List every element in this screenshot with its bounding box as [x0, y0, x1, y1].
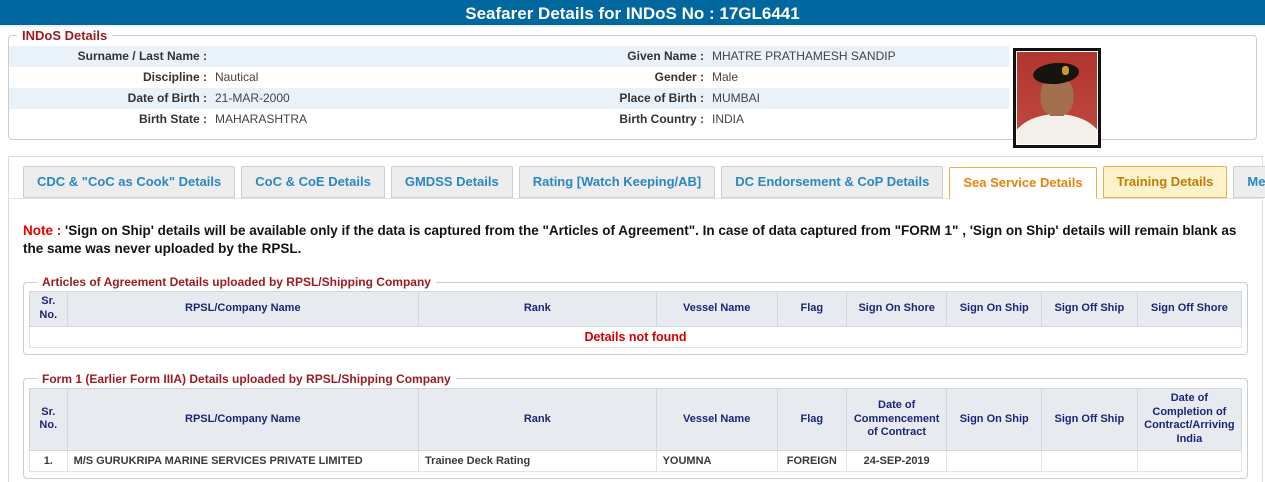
field-value: 21-MAR-2000 — [215, 91, 290, 105]
indos-details-panel: INDoS Details Surname / Last Name : Given… — [8, 28, 1257, 148]
column-header-sign-off-shore: Sign Off Shore — [1136, 291, 1243, 327]
column-header-sign-on-ship: Sign On Ship — [946, 291, 1042, 327]
page-title: Seafarer Details for INDoS No : 17GL6441 — [0, 0, 1265, 27]
column-header-vessel-name: Vessel Name — [655, 387, 778, 451]
table-cell: Trainee Deck Rating — [418, 449, 657, 472]
table-cell: YOUMNA — [655, 449, 778, 472]
field-value: INDIA — [712, 112, 745, 126]
field-value: MUMBAI — [712, 91, 760, 105]
tab-gmdss-details[interactable]: GMDSS Details — [390, 166, 513, 198]
table-cell — [1040, 449, 1138, 472]
column-header-sign-on-shore: Sign On Shore — [845, 291, 948, 327]
articles-of-agreement-legend: Articles of Agreement Details uploaded b… — [42, 275, 431, 290]
column-header-rpsl-company-name: RPSL/Company Name — [66, 387, 420, 451]
tab-bar: CDC & "CoC as Cook" Details CoC & CoE Det… — [9, 157, 1265, 199]
seafarer-photo — [1013, 48, 1101, 148]
photo-beret-badge — [1061, 66, 1069, 75]
column-header-date-of-completion-of-contract-arriving-india: Date of Completion of Contract/Arriving … — [1136, 387, 1243, 451]
form1-table: Sr. No. RPSL/Company Name Rank Vessel Name F… — [29, 387, 1243, 472]
tab-medical-fitness-certificate[interactable]: Medical Fitness Certificate — [1233, 166, 1265, 198]
tab-cdc-coc-as-cook-details[interactable]: CDC & "CoC as Cook" Details — [23, 166, 236, 198]
table-header-row: Sr. No. RPSL/Company Name Rank Vessel Name F… — [29, 291, 1243, 327]
field-label: Date of Birth : — [127, 91, 207, 105]
field-label: Place of Birth : — [619, 91, 704, 105]
field-label: Gender : — [654, 70, 704, 84]
tab-coc-coe-details[interactable]: CoC & CoE Details — [241, 166, 385, 198]
table-empty-row: Details not found — [29, 325, 1242, 348]
table-row: 1. M/S GURUKRIPA MARINE SERVICES PRIVATE … — [29, 449, 1243, 472]
field-label: Birth State : — [138, 112, 207, 126]
field-label: Birth Country : — [619, 112, 704, 126]
articles-of-agreement-panel: Articles of Agreement Details uploaded b… — [23, 275, 1248, 355]
column-header-sr-no: Sr. No. — [29, 387, 68, 451]
indos-detail-row: Discipline : Nautical Gender : Male — [9, 67, 1009, 88]
tab-content-container: CDC & "CoC as Cook" Details CoC & CoE Det… — [8, 156, 1265, 482]
column-header-rank: Rank — [418, 387, 657, 451]
field-value: Nautical — [215, 70, 259, 84]
indos-detail-row: Birth State : MAHARASHTRA Birth Country : I… — [9, 109, 1009, 130]
field-label: Discipline : — [142, 70, 207, 84]
column-header-sr-no: Sr. No. — [29, 291, 68, 327]
field-value: Male — [712, 70, 739, 84]
column-header-flag: Flag — [776, 387, 847, 451]
field-label: Given Name : — [627, 49, 704, 63]
column-header-sign-off-ship: Sign Off Ship — [1040, 387, 1138, 451]
articles-of-agreement-table: Sr. No. RPSL/Company Name Rank Vessel Name F… — [29, 291, 1243, 348]
table-header-row: Sr. No. RPSL/Company Name Rank Vessel Name F… — [29, 387, 1243, 451]
column-header-sign-on-ship: Sign On Ship — [946, 387, 1042, 451]
table-cell: 24-SEP-2019 — [845, 449, 948, 472]
indos-detail-row: Date of Birth : 21-MAR-2000 Place of Birth… — [9, 88, 1009, 109]
field-value — [207, 46, 499, 67]
indos-details-legend: INDoS Details — [22, 28, 108, 43]
note-text: Note : 'Sign on Ship' details will be av… — [9, 199, 1262, 258]
tab-dc-endorsement-cop-details[interactable]: DC Endorsement & CoP Details — [721, 166, 944, 198]
form1-panel: Form 1 (Earlier Form IIIA) Details uploa… — [23, 371, 1248, 479]
tab-sea-service-details[interactable]: Sea Service Details — [949, 167, 1097, 199]
field-value: MAHARASHTRA — [215, 112, 308, 126]
column-header-rank: Rank — [418, 291, 657, 327]
field-label: Surname / Last Name : — [77, 49, 207, 63]
indos-detail-row: Surname / Last Name : Given Name : MHATRE … — [9, 46, 1009, 67]
table-cell: 1. — [29, 449, 68, 472]
note-body: 'Sign on Ship' details will be available… — [23, 223, 1237, 257]
table-cell — [946, 449, 1042, 472]
empty-message: Details not found — [29, 325, 1242, 348]
column-header-date-of-commencement-of-contract: Date of Commencement of Contract — [845, 387, 948, 451]
note-prefix: Note : — [23, 223, 62, 238]
column-header-rpsl-company-name: RPSL/Company Name — [66, 291, 420, 327]
photo-beret-shape — [1032, 61, 1080, 86]
photo-shirt-shape — [1017, 114, 1097, 144]
column-header-flag: Flag — [776, 291, 847, 327]
column-header-vessel-name: Vessel Name — [655, 291, 778, 327]
table-cell — [1136, 449, 1243, 472]
form1-legend: Form 1 (Earlier Form IIIA) Details uploa… — [42, 371, 451, 386]
field-value: MHATRE PRATHAMESH SANDIP — [712, 49, 896, 63]
table-cell: FOREIGN — [776, 449, 847, 472]
column-header-sign-off-ship: Sign Off Ship — [1040, 291, 1138, 327]
seafarer-photo-image — [1017, 52, 1097, 144]
tab-training-details[interactable]: Training Details — [1102, 166, 1228, 198]
tab-rating-watch-keeping-ab[interactable]: Rating [Watch Keeping/AB] — [518, 166, 716, 198]
table-cell: M/S GURUKRIPA MARINE SERVICES PRIVATE LI… — [66, 449, 420, 472]
